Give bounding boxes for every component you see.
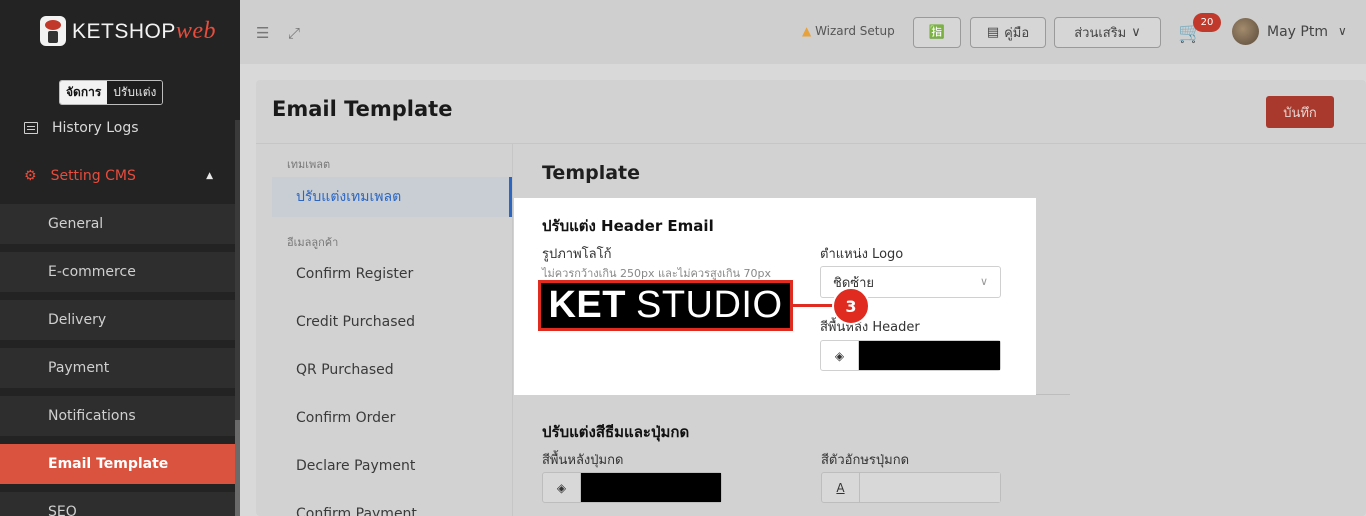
sidebar-item-label: SEO	[48, 504, 77, 516]
callout-line	[792, 304, 834, 307]
chevron-down-icon: ∨	[1131, 25, 1141, 40]
sidebar-item-seo[interactable]: SEO	[0, 492, 235, 516]
chevron-up-icon: ▲	[206, 171, 213, 181]
template-nav-credit-purchased[interactable]: Credit Purchased	[272, 302, 512, 342]
wizard-setup-link[interactable]: ▲ Wizard Setup	[802, 24, 895, 38]
brand-name: KETSHOP	[72, 19, 176, 43]
collapse-menu-icon[interactable]: ☰	[256, 24, 269, 42]
brand-logo[interactable]: KETSHOPweb	[40, 16, 216, 46]
sidebar-item-label: History Logs	[52, 120, 139, 136]
logo-label: รูปภาพโลโก้	[542, 247, 612, 262]
chevron-down-icon[interactable]: ∨	[1338, 24, 1347, 38]
sidebar-item-payment[interactable]: Payment	[0, 348, 235, 388]
sidebar-item-label: Delivery	[48, 312, 107, 328]
mode-manage-button[interactable]: จัดการ	[60, 81, 108, 104]
logo-preview-bold: KET	[548, 284, 626, 326]
text-color-icon[interactable]: A	[822, 473, 860, 502]
sidebar-item-notifications[interactable]: Notifications	[0, 396, 235, 436]
page-title: Email Template	[272, 97, 453, 121]
sidebar-item-label: Setting CMS	[50, 168, 136, 184]
book-icon: ▤	[986, 25, 1000, 40]
sidebar-item-label: Email Template	[48, 456, 169, 472]
template-nav-confirm-register[interactable]: Confirm Register	[272, 254, 512, 294]
header-bg-color-picker[interactable]: ◈	[820, 340, 1001, 371]
template-group-label: เทมเพลต	[287, 158, 331, 171]
button-bg-label: สีพื้นหลังปุ่มกด	[542, 453, 624, 468]
logo-preview-rest: STUDIO	[635, 284, 783, 326]
cart-count-badge: 20	[1193, 13, 1221, 32]
manual-label: คู่มือ	[1004, 26, 1030, 41]
chevron-down-icon: ∨	[979, 275, 988, 288]
template-nav-confirm-payment[interactable]: Confirm Payment	[272, 494, 512, 516]
gear-icon: ⚙	[24, 168, 37, 184]
sidebar-item-setting-cms[interactable]: ⚙ Setting CMS ▲	[0, 156, 235, 196]
logo-preview: KET STUDIO	[548, 284, 782, 327]
color-swatch[interactable]	[860, 473, 1000, 502]
button-text-color-picker[interactable]: A	[821, 472, 1001, 503]
paint-bucket-icon[interactable]: ◈	[821, 341, 859, 370]
sidebar: KETSHOPweb จัดการ ปรับแต่ง History Logs …	[0, 0, 240, 516]
sidebar-item-label: Payment	[48, 360, 110, 376]
header-email-panel: ปรับแต่ง Header Email รูปภาพโลโก้ ไม่ควร…	[514, 198, 1036, 395]
language-button[interactable]: 🈯	[913, 17, 961, 48]
customer-email-group-label: อีเมลลูกค้า	[287, 236, 339, 249]
user-name[interactable]: May Ptm	[1267, 24, 1328, 40]
divider	[256, 143, 1366, 144]
sidebar-item-ecommerce[interactable]: E-commerce	[0, 252, 235, 292]
mode-customize-button[interactable]: ปรับแต่ง	[107, 81, 163, 104]
addons-label: ส่วนเสริม	[1074, 26, 1127, 41]
color-swatch[interactable]	[859, 341, 1000, 370]
logo-position-label: ตำแหน่ง Logo	[820, 247, 904, 262]
template-nav-customize[interactable]: ปรับแต่งเทมเพลต	[272, 177, 512, 217]
paint-bucket-icon[interactable]: ◈	[543, 473, 581, 502]
sidebar-scrollbar-thumb[interactable]	[235, 420, 240, 516]
top-bar: ☰ ⤢ ▲ Wizard Setup 🈯 ▤ คู่มือ ส่วนเสริม ∨ …	[240, 0, 1366, 64]
list-icon	[24, 122, 38, 134]
avatar[interactable]	[1232, 18, 1259, 45]
header-bg-label: สีพื้นหลัง Header	[820, 320, 920, 335]
sidebar-item-label: Notifications	[48, 408, 136, 424]
brand-suffix: web	[175, 17, 217, 44]
sidebar-item-label: E-commerce	[48, 264, 136, 280]
sidebar-item-label: General	[48, 216, 104, 232]
logo-upload[interactable]: KET STUDIO	[538, 280, 793, 331]
button-text-label: สีตัวอักษรปุ่มกด	[821, 453, 910, 468]
sidebar-item-delivery[interactable]: Delivery	[0, 300, 235, 340]
fullscreen-icon[interactable]: ⤢	[288, 24, 300, 42]
header-email-title: ปรับแต่ง Header Email	[542, 217, 714, 235]
mascot-icon	[40, 16, 66, 46]
warning-icon: ▲	[802, 24, 812, 38]
addons-dropdown[interactable]: ส่วนเสริม ∨	[1054, 17, 1161, 48]
template-nav-confirm-order[interactable]: Confirm Order	[272, 398, 512, 438]
template-nav-qr-purchased[interactable]: QR Purchased	[272, 350, 512, 390]
callout-number: 3	[832, 287, 870, 325]
section-title: Template	[542, 162, 641, 184]
save-button[interactable]: บันทึก	[1266, 96, 1334, 128]
sidebar-item-email-template[interactable]: Email Template	[0, 444, 235, 484]
wizard-label: Wizard Setup	[815, 24, 895, 38]
mode-toggle: จัดการ ปรับแต่ง	[59, 80, 164, 105]
template-nav-declare-payment[interactable]: Declare Payment	[272, 446, 512, 486]
color-swatch[interactable]	[581, 473, 721, 502]
button-bg-color-picker[interactable]: ◈	[542, 472, 722, 503]
sidebar-item-history-logs[interactable]: History Logs	[0, 108, 235, 148]
manual-button[interactable]: ▤ คู่มือ	[970, 17, 1046, 48]
divider	[512, 144, 513, 516]
button-theme-title: ปรับแต่งสีธีมและปุ่มกด	[542, 423, 690, 441]
translate-icon: 🈯	[928, 25, 946, 40]
sidebar-item-general[interactable]: General	[0, 204, 235, 244]
